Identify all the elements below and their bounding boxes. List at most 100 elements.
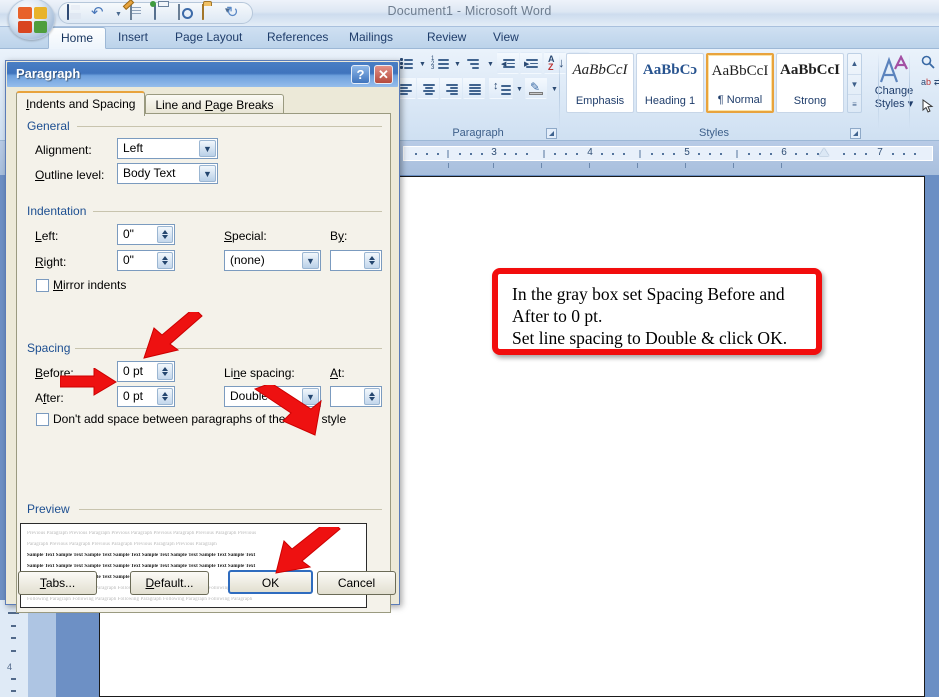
tab-home[interactable]: Home: [48, 27, 107, 49]
paragraph-dialog: Paragraph ? ✕ Indents and Spacing Line an…: [5, 60, 400, 613]
tab-mailings[interactable]: Mailings: [337, 27, 405, 49]
cancel-button[interactable]: Cancel: [317, 571, 396, 595]
chevron-down-icon[interactable]: ▼: [199, 165, 216, 182]
bullets-dropdown-icon[interactable]: ▼: [415, 53, 426, 73]
new-document-icon[interactable]: [130, 3, 148, 22]
open-icon[interactable]: [202, 3, 220, 22]
numbering-icon[interactable]: 123: [427, 53, 451, 73]
vertical-ruler[interactable]: 4: [0, 600, 28, 697]
by-spinner[interactable]: [330, 250, 382, 271]
ruler-number: 4: [587, 147, 593, 158]
indent-left-label: Left:: [35, 229, 59, 243]
tab-view[interactable]: View: [481, 27, 531, 49]
styles-scroll-down-button[interactable]: ▼: [848, 74, 861, 93]
style-card-emphasis[interactable]: AaBbCcI Emphasis: [566, 53, 634, 113]
spacing-before-spinner[interactable]: 0 pt: [117, 361, 175, 382]
default-button[interactable]: Default...: [130, 571, 209, 595]
undo-icon[interactable]: ↶: [91, 4, 109, 22]
save-icon[interactable]: [67, 3, 85, 22]
tab-indents-and-spacing[interactable]: Indents and Spacing: [16, 91, 146, 116]
ribbon-group-styles: AaBbCcI Emphasis AaBbCɔ Heading 1 AaBbCc…: [564, 49, 915, 141]
outline-level-combo[interactable]: Body Text ▼: [117, 163, 218, 184]
justify-icon[interactable]: [463, 77, 485, 99]
callout-line-3: Set line spacing to Double & click OK.: [512, 328, 788, 348]
special-combo[interactable]: (none) ▼: [224, 250, 321, 271]
tab-insert[interactable]: Insert: [106, 27, 160, 49]
numbering-dropdown-icon[interactable]: ▼: [450, 53, 461, 73]
spinner-arrows-icon[interactable]: [364, 252, 380, 269]
tab-references[interactable]: References: [255, 27, 340, 49]
decrease-indent-icon[interactable]: ◀: [497, 52, 519, 74]
print-preview-icon[interactable]: [178, 3, 196, 22]
dialog-title: Paragraph: [16, 66, 81, 81]
change-styles-label-2: Styles ▾: [874, 98, 914, 110]
dont-add-space-label[interactable]: Don't add space between paragraphs of th…: [53, 412, 346, 426]
by-label: By:: [330, 229, 348, 243]
find-icon[interactable]: [921, 55, 935, 72]
chevron-down-icon[interactable]: ▼: [302, 388, 319, 405]
shading-icon[interactable]: ✎: [525, 77, 547, 99]
line-spacing-combo[interactable]: Double ▼: [224, 386, 321, 407]
paragraph-dialog-launcher[interactable]: [546, 128, 557, 139]
line-spacing-value: Double: [230, 389, 269, 403]
dont-add-space-checkbox[interactable]: [36, 413, 49, 426]
spinner-arrows-icon[interactable]: [157, 388, 173, 405]
multilevel-dropdown-icon[interactable]: ▼: [483, 53, 494, 73]
dialog-title-bar[interactable]: Paragraph ? ✕: [7, 62, 398, 87]
office-button[interactable]: [8, 0, 55, 40]
chevron-down-icon[interactable]: ▼: [199, 140, 216, 157]
line-spacing-dropdown-icon[interactable]: ▼: [512, 77, 523, 99]
customize-quick-access-toolbar-icon[interactable]: ▾: [225, 5, 230, 16]
replace-icon[interactable]: ab ⇄: [921, 77, 939, 88]
line-spacing-icon[interactable]: ↕: [489, 77, 513, 99]
close-button[interactable]: ✕: [374, 65, 393, 84]
preview-line: Paragraph Previous Paragraph Previous Pa…: [27, 542, 217, 547]
tab-page-layout[interactable]: Page Layout: [163, 27, 254, 49]
indent-right-spinner[interactable]: 0": [117, 250, 175, 271]
sort-icon[interactable]: A Z ↓: [544, 52, 566, 74]
line-spacing-label: Line spacing:: [224, 366, 295, 380]
ruler-track[interactable]: 3 4 5 6 7: [403, 146, 933, 161]
increase-indent-icon[interactable]: ▶: [520, 52, 542, 74]
change-styles-button[interactable]: Change Styles ▾: [866, 53, 922, 129]
style-name: ¶ Normal: [717, 94, 763, 106]
indent-left-spinner[interactable]: 0": [117, 224, 175, 245]
style-card-heading-1[interactable]: AaBbCɔ Heading 1: [636, 53, 704, 113]
styles-gallery-scroll[interactable]: ▲ ▼ ≡: [847, 53, 862, 113]
style-sample: AaBbCcI: [711, 63, 769, 79]
paragraph-preview: Previous Paragraph Previous Paragraph Pr…: [20, 523, 367, 608]
ok-button[interactable]: OK: [228, 570, 313, 594]
tabs-button[interactable]: Tabs...: [18, 571, 97, 595]
styles-more-button[interactable]: ≡: [848, 94, 861, 113]
at-spinner[interactable]: [330, 386, 382, 407]
spinner-arrows-icon[interactable]: [157, 252, 173, 269]
left-indent-marker[interactable]: [819, 148, 829, 156]
help-button[interactable]: ?: [351, 65, 370, 84]
ribbon-group-editing: ab ⇄: [909, 49, 939, 141]
styles-dialog-launcher[interactable]: [850, 128, 861, 139]
mirror-indents-checkbox[interactable]: [36, 279, 49, 292]
styles-scroll-up-button[interactable]: ▲: [848, 54, 861, 73]
style-card-strong[interactable]: AaBbCcI Strong: [776, 53, 844, 113]
shading-dropdown-icon[interactable]: ▼: [547, 77, 558, 99]
align-center-icon[interactable]: [417, 77, 439, 99]
chevron-down-icon[interactable]: ▼: [302, 252, 319, 269]
tab-review[interactable]: Review: [415, 27, 478, 49]
spacing-after-spinner[interactable]: 0 pt: [117, 386, 175, 407]
spinner-arrows-icon[interactable]: [364, 388, 380, 405]
outline-level-label: Outline level:: [35, 168, 105, 182]
spinner-arrows-icon[interactable]: [157, 226, 173, 243]
select-icon[interactable]: [921, 99, 934, 116]
ribbon-group-label: Paragraph: [452, 127, 504, 139]
style-card-normal[interactable]: AaBbCcI ¶ Normal: [706, 53, 774, 113]
print-icon[interactable]: [154, 3, 172, 22]
alignment-combo[interactable]: Left ▼: [117, 138, 218, 159]
ruler-number: 7: [877, 147, 883, 158]
align-right-icon[interactable]: [440, 77, 462, 99]
mirror-indents-label[interactable]: Mirror indents: [53, 278, 126, 292]
ribbon-tab-bar: Home Insert Page Layout References Maili…: [0, 27, 939, 49]
multilevel-list-icon[interactable]: [462, 53, 484, 73]
preview-line: Following Paragraph Following Paragraph …: [27, 597, 253, 602]
section-general: General: [27, 119, 76, 133]
spinner-arrows-icon[interactable]: [157, 363, 173, 380]
